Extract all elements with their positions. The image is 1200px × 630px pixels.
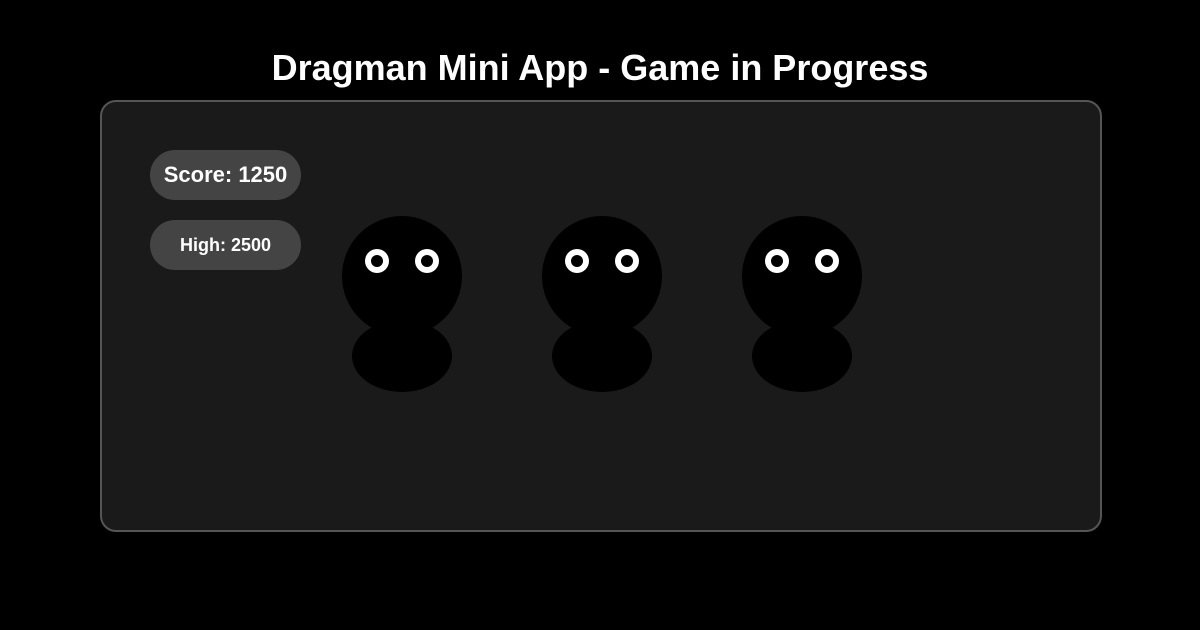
dragman-character-icon — [342, 216, 462, 392]
high-score-badge: High: 2500 — [150, 220, 301, 270]
dragman-character-icon — [542, 216, 662, 392]
game-board[interactable]: Score: 1250 High: 2500 — [100, 100, 1102, 532]
app-page: Dragman Mini App - Game in Progress Scor… — [0, 0, 1200, 630]
dragman-character-icon — [742, 216, 862, 392]
dragman-character-3[interactable] — [741, 215, 863, 393]
dragman-character-1[interactable] — [341, 215, 463, 393]
dragman-character-2[interactable] — [541, 215, 663, 393]
score-badge: Score: 1250 — [150, 150, 301, 200]
page-title: Dragman Mini App - Game in Progress — [271, 47, 929, 88]
